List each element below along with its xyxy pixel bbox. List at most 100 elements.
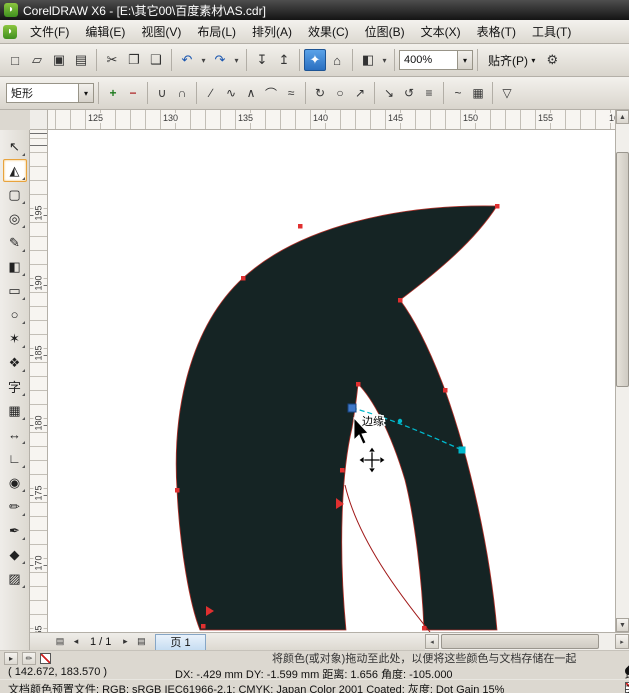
copy-button[interactable]: ❐	[123, 49, 145, 71]
dimension-tool[interactable]: ↔	[3, 423, 27, 446]
reduce-nodes-button[interactable]: ▽	[497, 83, 517, 103]
open-button[interactable]: ▱	[26, 49, 48, 71]
vertical-scroll-thumb[interactable]	[616, 152, 629, 387]
text-tool[interactable]: 字	[3, 375, 27, 398]
document-menu-icon[interactable]: ◗	[3, 25, 17, 39]
menu-layout[interactable]: 布局(L)	[189, 20, 244, 43]
canvas-area[interactable]: 边缘	[48, 130, 615, 632]
new-document-button[interactable]: □	[4, 49, 26, 71]
blend-tool[interactable]: ◉	[3, 471, 27, 494]
scroll-up-button[interactable]: ▲	[616, 110, 629, 124]
save-button[interactable]: ▣	[48, 49, 70, 71]
basic-shapes-tool[interactable]: ❖	[3, 351, 27, 374]
pick-tool[interactable]: ↖	[3, 135, 27, 158]
options-button[interactable]: ⚙	[541, 49, 563, 71]
previous-page-button[interactable]: ◂	[68, 634, 84, 649]
artwork-shape[interactable]	[176, 206, 497, 630]
ellipse-tool[interactable]: ○	[3, 303, 27, 326]
outline-pen-tool[interactable]: ✒	[3, 519, 27, 542]
break-curve-button[interactable]: ∩	[172, 83, 192, 103]
redo-button[interactable]: ↷	[209, 49, 231, 71]
reverse-direction-button[interactable]: ↻	[310, 83, 330, 103]
horizontal-ruler[interactable]: 125 130 135 140 145 150 155 160	[48, 110, 615, 130]
application-launcher-button[interactable]: ✦	[304, 49, 326, 71]
scroll-down-button[interactable]: ▼	[616, 618, 629, 632]
delete-node-button[interactable]: −	[123, 83, 143, 103]
preset-value[interactable]: 矩形	[7, 85, 78, 101]
crop-tool[interactable]: ▢	[3, 183, 27, 206]
zoom-level-combobox[interactable]: 400% ▾	[399, 50, 473, 70]
selected-node[interactable]	[348, 404, 356, 412]
zoom-tool[interactable]: ◎	[3, 207, 27, 230]
menu-effects[interactable]: 效果(C)	[300, 20, 357, 43]
display-mode-button[interactable]: ◧	[357, 49, 379, 71]
menu-arrange[interactable]: 排列(A)	[244, 20, 300, 43]
undo-button[interactable]: ↶	[176, 49, 198, 71]
menu-file[interactable]: 文件(F)	[22, 20, 77, 43]
separator	[352, 49, 353, 71]
import-button[interactable]: ↧	[251, 49, 273, 71]
drawing-canvas[interactable]: 边缘	[48, 130, 615, 632]
polygon-tool[interactable]: ✶	[3, 327, 27, 350]
rectangle-tool[interactable]: ▭	[3, 279, 27, 302]
elastic-mode-button[interactable]: ~	[448, 83, 468, 103]
scroll-right-button[interactable]: ▸	[615, 634, 629, 649]
menu-view[interactable]: 视图(V)	[133, 20, 189, 43]
convert-to-line-button[interactable]: ∕	[201, 83, 221, 103]
preset-chevron-down-icon[interactable]: ▾	[78, 84, 93, 102]
zoom-chevron-down-icon[interactable]: ▾	[457, 51, 472, 69]
undo-chevron-down-icon[interactable]: ▾	[198, 49, 209, 71]
freehand-tool[interactable]: ✎	[3, 231, 27, 254]
fill-tool[interactable]: ◆	[3, 543, 27, 566]
table-tool[interactable]: ▦	[3, 399, 27, 422]
smart-fill-tool[interactable]: ◧	[3, 255, 27, 278]
no-color-swatch[interactable]	[40, 653, 51, 664]
symmetric-node-button[interactable]: ≈	[281, 83, 301, 103]
paste-button[interactable]: ❑	[145, 49, 167, 71]
smooth-node-button[interactable]: ⌒	[261, 83, 281, 103]
redo-chevron-down-icon[interactable]: ▾	[231, 49, 242, 71]
menu-tools[interactable]: 工具(T)	[524, 20, 579, 43]
next-page-button[interactable]: ▸	[117, 634, 133, 649]
snap-to-button[interactable]: 贴齐(P) ▾	[482, 49, 541, 71]
preset-combobox[interactable]: 矩形 ▾	[6, 83, 94, 103]
align-nodes-button[interactable]: ≡	[419, 83, 439, 103]
convert-to-curve-button[interactable]: ∿	[221, 83, 241, 103]
horizontal-scrollbar[interactable]: ◂ ▸	[425, 632, 629, 650]
page-tab[interactable]: 页 1	[155, 634, 205, 650]
extract-subpath-button[interactable]: ↗	[350, 83, 370, 103]
horizontal-scroll-thumb[interactable]	[441, 634, 599, 649]
cusp-node-button[interactable]: ∧	[241, 83, 261, 103]
ruler-origin[interactable]	[30, 110, 48, 130]
select-all-nodes-button[interactable]: ▦	[468, 83, 488, 103]
vertical-ruler[interactable]: 195 190 185 180 175 170 165	[30, 130, 48, 632]
export-button[interactable]: ↥	[273, 49, 295, 71]
property-bar: 矩形 ▾ + − ∪ ∩ ∕ ∿ ∧ ⌒ ≈ ↻ ○ ↗ ↘ ↺ ≡ ~ ▦ ▽	[0, 77, 629, 110]
eyedropper-tool[interactable]: ✏	[3, 495, 27, 518]
window-title: CorelDRAW X6 - [E:\其它00\百度素材\AS.cdr]	[23, 2, 266, 19]
close-curve-button[interactable]: ○	[330, 83, 350, 103]
menu-edit[interactable]: 编辑(E)	[77, 20, 133, 43]
palette-flyout-button[interactable]: ▸	[4, 652, 18, 665]
join-nodes-button[interactable]: ∪	[152, 83, 172, 103]
zoom-level-value[interactable]: 400%	[400, 54, 457, 66]
connector-tool[interactable]: ∟	[3, 447, 27, 470]
stretch-nodes-button[interactable]: ↘	[379, 83, 399, 103]
menu-text[interactable]: 文本(X)	[413, 20, 469, 43]
add-page-button[interactable]: ▤	[133, 634, 149, 649]
menu-table[interactable]: 表格(T)	[469, 20, 524, 43]
vertical-scrollbar[interactable]: ▲ ▼	[615, 110, 629, 632]
cut-button[interactable]: ✂	[101, 49, 123, 71]
scroll-left-button[interactable]: ◂	[425, 634, 439, 649]
page-sheet-icon[interactable]: ▤	[52, 634, 68, 649]
control-handle[interactable]	[459, 447, 466, 454]
add-node-button[interactable]: +	[103, 83, 123, 103]
menu-bitmaps[interactable]: 位图(B)	[357, 20, 413, 43]
rotate-nodes-button[interactable]: ↺	[399, 83, 419, 103]
display-chevron-down-icon[interactable]: ▾	[379, 49, 390, 71]
print-button[interactable]: ▤	[70, 49, 92, 71]
welcome-screen-button[interactable]: ⌂	[326, 49, 348, 71]
shape-tool[interactable]: ◭	[3, 159, 27, 182]
interactive-fill-tool[interactable]: ▨	[3, 567, 27, 590]
palette-eyedropper-icon[interactable]: ✏	[22, 652, 36, 665]
